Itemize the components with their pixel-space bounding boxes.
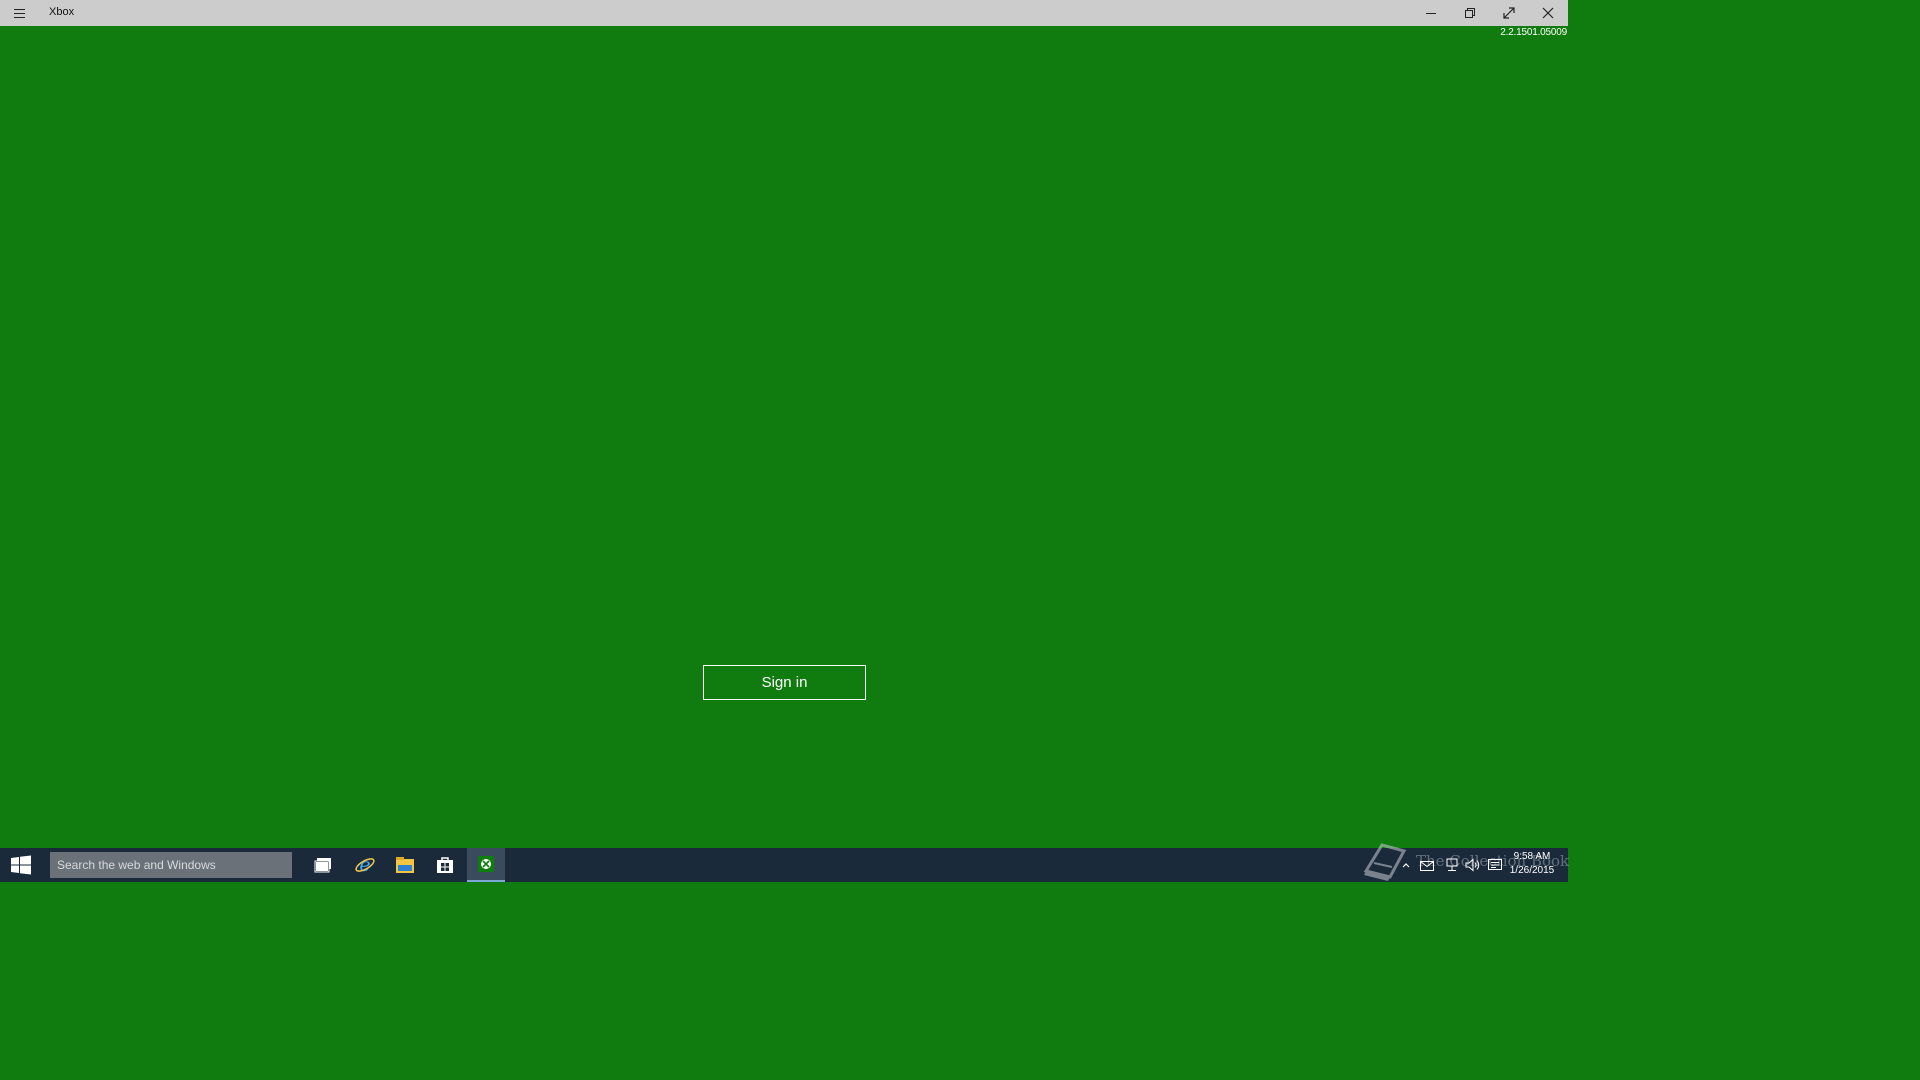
action-center-tray-button[interactable] bbox=[1485, 848, 1505, 882]
store-icon bbox=[437, 857, 453, 873]
title-bar: Xbox bbox=[0, 0, 1568, 26]
fullscreen-icon bbox=[1502, 7, 1515, 19]
store-button[interactable] bbox=[425, 848, 465, 882]
close-icon bbox=[1542, 7, 1553, 19]
tray-overflow-button[interactable] bbox=[1400, 848, 1412, 882]
xbox-icon bbox=[478, 856, 494, 872]
file-explorer-button[interactable] bbox=[385, 848, 425, 882]
volume-icon bbox=[1465, 858, 1480, 872]
file-explorer-icon bbox=[396, 857, 414, 873]
network-tray-button[interactable] bbox=[1442, 848, 1462, 882]
windows-start-icon bbox=[11, 855, 31, 875]
hamburger-icon[interactable] bbox=[7, 4, 31, 22]
taskbar: e bbox=[0, 848, 1568, 882]
restore-icon bbox=[1464, 8, 1475, 18]
sign-in-button[interactable]: Sign in bbox=[703, 665, 866, 700]
search-input[interactable] bbox=[50, 852, 292, 878]
mail-icon bbox=[1420, 861, 1434, 871]
chevron-up-icon bbox=[1402, 863, 1410, 868]
start-button[interactable] bbox=[0, 848, 42, 882]
internet-explorer-icon: e bbox=[355, 854, 375, 876]
clock-time: 9:58 AM bbox=[1513, 851, 1551, 862]
clock-date: 1/26/2015 bbox=[1509, 865, 1555, 876]
task-view-icon bbox=[314, 858, 331, 873]
taskbar-clock[interactable]: 9:58 AM 1/26/2015 bbox=[1506, 850, 1558, 878]
version-label: 2.2.1501.05009 bbox=[1500, 27, 1567, 38]
mail-tray-button[interactable] bbox=[1417, 848, 1437, 882]
xbox-taskbar-button[interactable] bbox=[467, 848, 505, 882]
minimize-icon bbox=[1425, 13, 1436, 14]
app-title: Xbox bbox=[49, 6, 75, 18]
network-icon bbox=[1446, 858, 1458, 871]
xbox-app-window: Xbox 2.2.1501.05009 Sign in bbox=[0, 0, 1568, 848]
fullscreen-button[interactable] bbox=[1489, 0, 1528, 26]
action-center-icon bbox=[1488, 859, 1502, 870]
volume-tray-button[interactable] bbox=[1463, 848, 1483, 882]
internet-explorer-button[interactable]: e bbox=[345, 848, 385, 882]
task-view-button[interactable] bbox=[303, 848, 343, 882]
svg-text:e: e bbox=[359, 854, 370, 876]
close-button[interactable] bbox=[1528, 0, 1567, 26]
minimize-button[interactable] bbox=[1411, 0, 1450, 26]
restore-button[interactable] bbox=[1450, 0, 1489, 26]
